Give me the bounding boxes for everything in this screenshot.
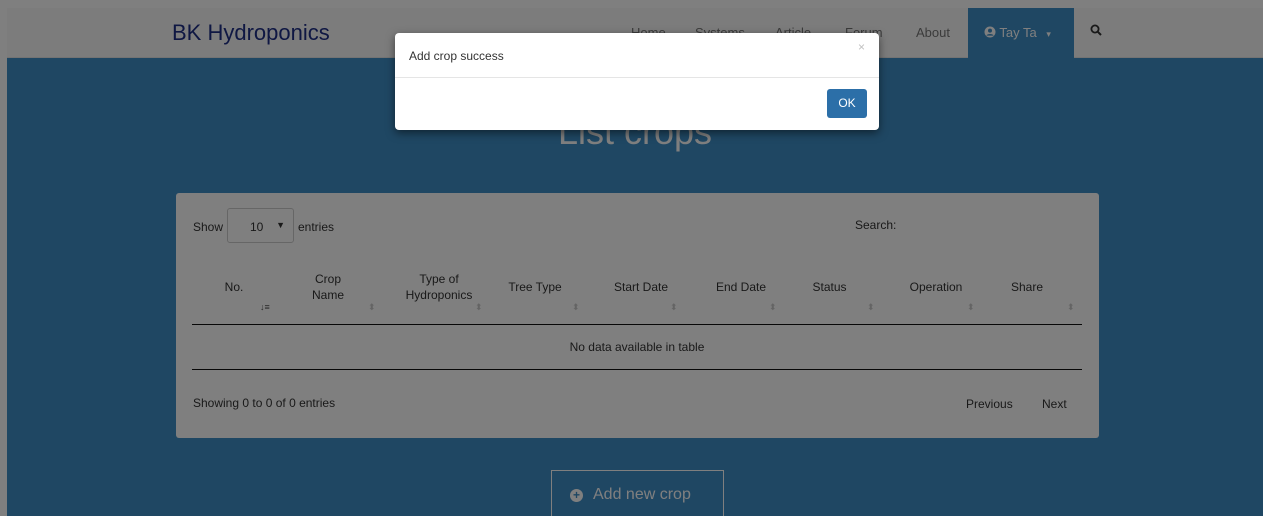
ok-button[interactable]: OK xyxy=(827,89,867,118)
dialog-title: Add crop success xyxy=(409,49,504,63)
close-icon[interactable]: × xyxy=(858,40,865,54)
success-dialog: Add crop success × OK xyxy=(395,33,879,130)
dialog-header: Add crop success × xyxy=(395,33,879,78)
